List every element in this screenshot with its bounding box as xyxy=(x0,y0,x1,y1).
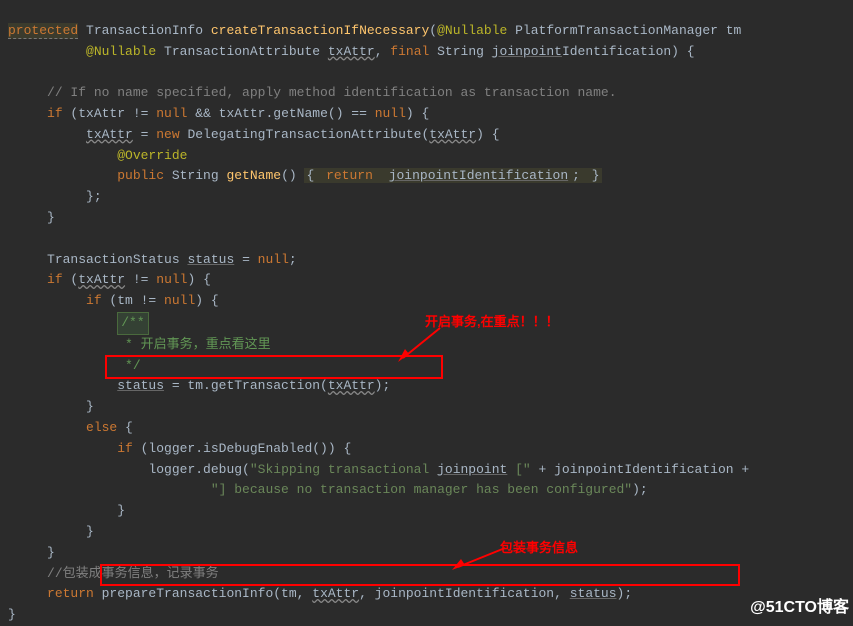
annotation-override: @Override xyxy=(117,148,187,163)
comment-line: // If no name specified, apply method id… xyxy=(47,85,617,100)
comment-cn: //包装成事务信息，记录事务 xyxy=(47,566,219,581)
keyword-protected: protected xyxy=(8,23,78,39)
javadoc-start: /** xyxy=(117,312,148,335)
javadoc-line: * 开启事务，重点看这里 xyxy=(8,337,271,352)
var-status: status xyxy=(187,252,234,267)
annotation-nullable: @Nullable xyxy=(437,23,507,38)
method-name: createTransactionIfNecessary xyxy=(211,23,429,38)
annotation-nullable: @Nullable xyxy=(86,44,156,59)
param-joinpoint: joinpoint xyxy=(492,44,562,59)
annotation-label-1: 开启事务,在重点！！！ xyxy=(425,312,559,333)
annotation-label-2: 包装事务信息 xyxy=(500,538,578,559)
watermark: @51CTO博客 xyxy=(750,595,849,621)
param-txattr: txAttr xyxy=(328,44,375,59)
